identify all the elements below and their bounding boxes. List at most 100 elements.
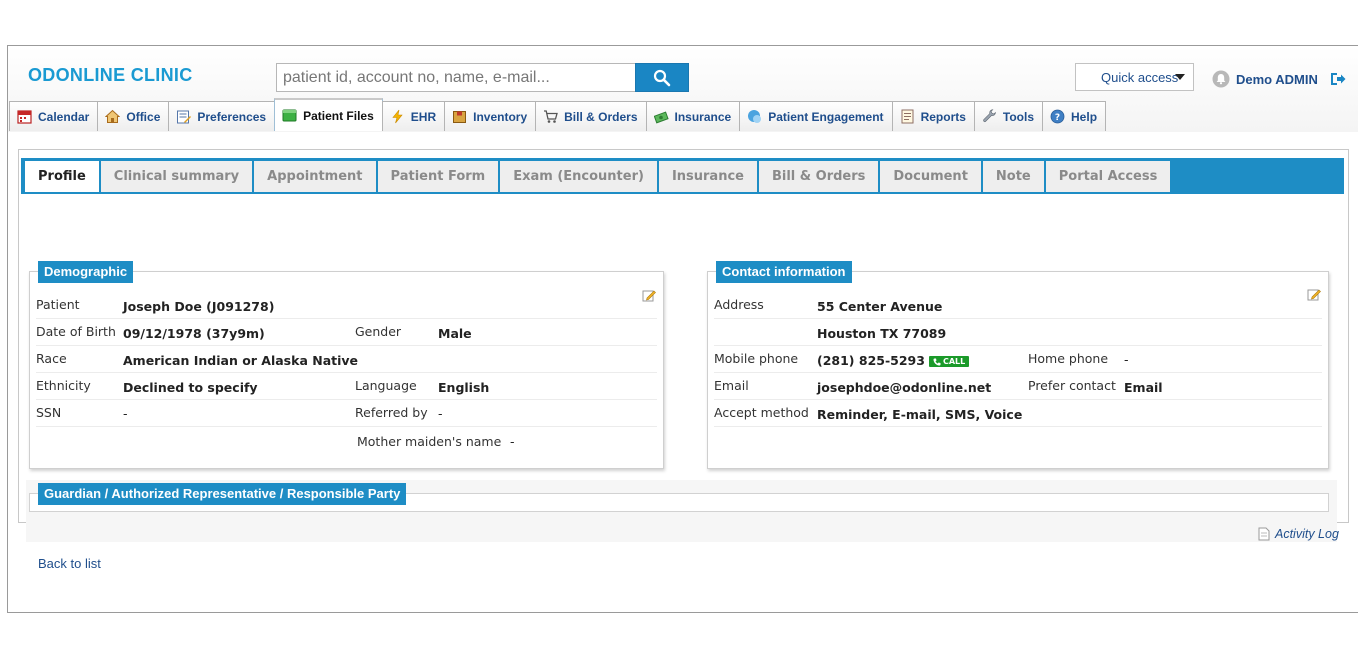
report-icon [901, 109, 914, 124]
main-nav: Calendar Office Preferences Patient File… [9, 98, 1107, 131]
home-icon [105, 109, 121, 123]
tab-label: Inventory [473, 109, 528, 124]
subtab-note[interactable]: Note [982, 161, 1044, 192]
row-address: Address 55 Center Avenue [714, 292, 1322, 319]
subtab-insurance[interactable]: Insurance [658, 161, 757, 192]
tab-label: Patient Files [303, 108, 374, 123]
mobile-label: Mobile phone [714, 351, 799, 366]
tab-patient-files[interactable]: Patient Files [274, 98, 383, 131]
tab-office[interactable]: Office [97, 101, 170, 131]
tab-tools[interactable]: Tools [973, 101, 1044, 131]
referred-value: - [438, 406, 443, 421]
mother-maiden-label: Mother maiden's name [357, 434, 502, 449]
user-area: Demo ADMIN [1212, 70, 1346, 88]
row-mother-maiden: Mother maiden's name - [36, 428, 657, 455]
tab-label: Insurance [674, 109, 732, 124]
subtab-clinical-summary[interactable]: Clinical summary [100, 161, 253, 192]
row-accept-method: Accept method Reminder, E-mail, SMS, Voi… [714, 400, 1322, 427]
ethnicity-value: Declined to specify [123, 380, 258, 395]
tab-label: Help [1071, 109, 1098, 124]
money-icon [653, 111, 669, 124]
activity-log-link[interactable]: Activity Log [1258, 527, 1339, 541]
search-button[interactable] [635, 63, 689, 92]
contact-panel: Address 55 Center Avenue Houston TX 7708… [707, 271, 1329, 469]
row-mobile: Mobile phone (281) 825-5293 CALL Home pho… [714, 346, 1322, 373]
mobile-value: (281) 825-5293 CALL [817, 353, 970, 368]
tab-label: EHR [410, 109, 437, 124]
sub-tab-bar: Profile Clinical summary Appointment Pat… [21, 158, 1344, 194]
cart-icon [544, 110, 558, 123]
race-value: American Indian or Alaska Native [123, 353, 359, 368]
tab-bill-orders[interactable]: Bill & Orders [535, 101, 647, 131]
quick-access-dropdown[interactable]: Quick access [1075, 63, 1194, 91]
demographic-title: Demographic [38, 261, 134, 283]
accept-method-value: Reminder, E-mail, SMS, Voice [817, 407, 1023, 422]
row-ssn: SSN - Referred by - [36, 400, 657, 427]
tab-inventory[interactable]: Inventory [444, 101, 537, 131]
app-logo[interactable]: ODONLINE CLINIC [28, 65, 193, 86]
app-window: ODONLINE CLINIC patient id, account no, … [7, 45, 1358, 613]
tab-reports[interactable]: Reports [891, 101, 975, 131]
guardian-title: Guardian / Authorized Representative / R… [38, 483, 407, 505]
ssn-value: - [123, 406, 128, 421]
dob-value: 09/12/1978 (37y9m) [123, 326, 265, 341]
tab-label: Preferences [197, 109, 267, 124]
svg-text:?: ? [1055, 113, 1060, 123]
tab-label: Calendar [38, 109, 90, 124]
tab-label: Bill & Orders [564, 109, 638, 124]
patient-label: Patient [36, 297, 80, 312]
patient-profile-content: Profile Clinical summary Appointment Pat… [18, 149, 1349, 542]
dob-label: Date of Birth [36, 324, 116, 339]
preferences-icon [177, 110, 192, 124]
mobile-number: (281) 825-5293 [817, 353, 925, 368]
prefer-contact-label: Prefer contact [1028, 378, 1116, 393]
referred-label: Referred by [355, 405, 428, 420]
subtab-profile[interactable]: Profile [25, 161, 99, 192]
search-input[interactable]: patient id, account no, name, e-mail... [276, 63, 636, 92]
row-patient: Patient Joseph Doe (J091278) [36, 292, 657, 319]
tab-insurance[interactable]: Insurance [645, 101, 741, 131]
sub-tabs: Profile Clinical summary Appointment Pat… [25, 161, 1172, 192]
tab-ehr[interactable]: EHR [381, 101, 446, 131]
user-name[interactable]: Demo ADMIN [1236, 72, 1318, 87]
contact-title: Contact information [716, 261, 852, 283]
subtab-bill-orders[interactable]: Bill & Orders [758, 161, 879, 192]
ethnicity-label: Ethnicity [36, 378, 91, 393]
help-icon: ? [1050, 109, 1065, 124]
document-icon [1258, 527, 1270, 541]
row-dob: Date of Birth 09/12/1978 (37y9m) Gender … [36, 319, 657, 346]
email-value[interactable]: josephdoe@odonline.net [817, 380, 991, 395]
back-to-list-link[interactable]: Back to list [38, 556, 101, 571]
logout-icon[interactable] [1330, 72, 1346, 86]
demographic-panel: Patient Joseph Doe (J091278) Date of Bir… [29, 271, 664, 469]
row-email: Email josephdoe@odonline.net Prefer cont… [714, 373, 1322, 400]
tab-label: Patient Engagement [768, 109, 884, 124]
address-line2: Houston TX 77089 [817, 326, 947, 341]
subtab-patient-form[interactable]: Patient Form [377, 161, 499, 192]
row-ethnicity: Ethnicity Declined to specify Language E… [36, 373, 657, 400]
prefer-contact-value: Email [1124, 380, 1163, 395]
call-label: CALL [942, 357, 966, 366]
call-button[interactable]: CALL [928, 356, 970, 367]
home-phone-label: Home phone [1028, 351, 1109, 366]
patient-value: Joseph Doe (J091278) [123, 299, 275, 314]
subtab-portal-access[interactable]: Portal Access [1045, 161, 1171, 192]
box-icon [453, 111, 467, 123]
subtab-exam-encounter[interactable]: Exam (Encounter) [500, 161, 657, 192]
email-label: Email [714, 378, 749, 393]
row-address-2: Houston TX 77089 [714, 319, 1322, 346]
bell-icon[interactable] [1212, 70, 1230, 88]
address-label: Address [714, 297, 764, 312]
tab-preferences[interactable]: Preferences [168, 101, 276, 131]
subtab-document[interactable]: Document [880, 161, 981, 192]
quick-access-label: Quick access [1101, 70, 1179, 85]
ssn-label: SSN [36, 405, 62, 420]
tab-calendar[interactable]: Calendar [9, 101, 99, 131]
tab-patient-engagement[interactable]: Patient Engagement [739, 101, 893, 131]
subtab-appointment[interactable]: Appointment [254, 161, 376, 192]
tab-help[interactable]: ? Help [1042, 101, 1107, 131]
tab-label: Tools [1002, 109, 1035, 124]
accept-method-label: Accept method [714, 405, 809, 420]
engagement-icon [748, 110, 762, 123]
language-label: Language [355, 378, 417, 393]
